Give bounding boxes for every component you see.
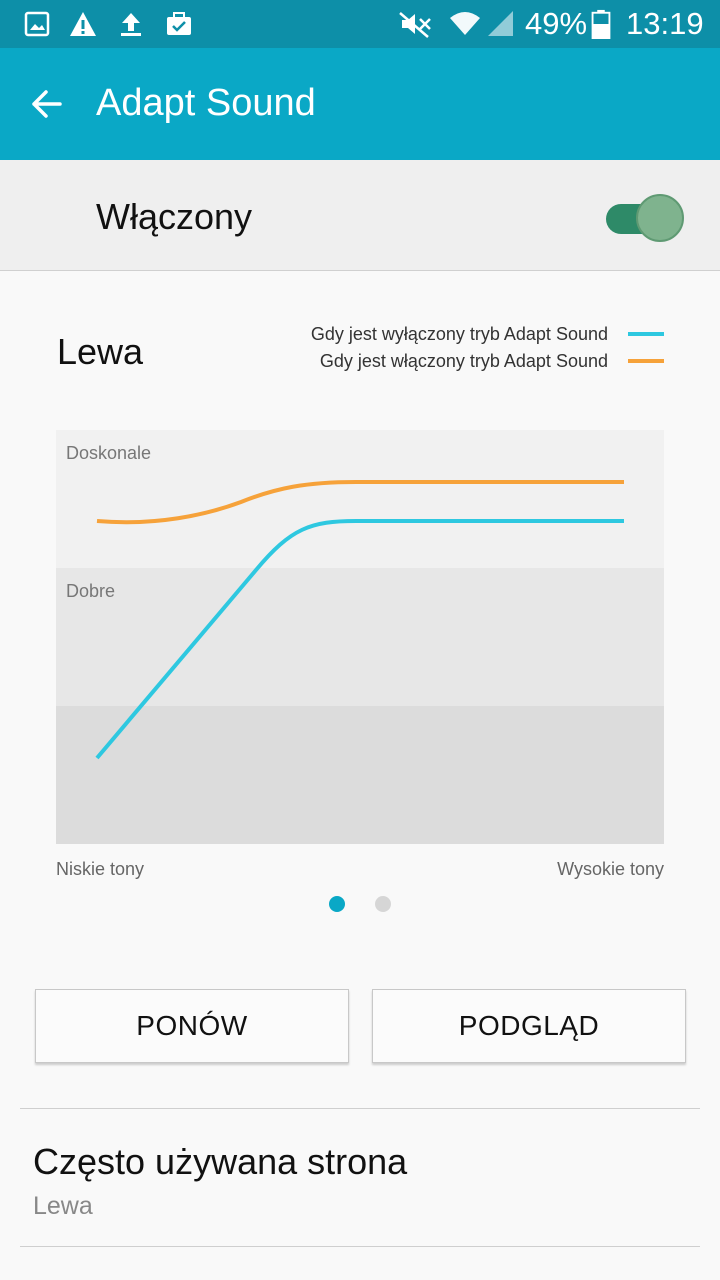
mute-icon (399, 12, 431, 38)
legend-swatch-off (628, 332, 664, 336)
app-bar: Adapt Sound (0, 48, 720, 160)
band-label-good: Dobre (66, 581, 116, 601)
band-low (56, 706, 664, 844)
status-bar: 49% 13:19 (0, 0, 720, 48)
briefcase-icon (167, 12, 191, 35)
clock: 13:19 (626, 6, 704, 41)
enable-toggle-row[interactable]: Włączony (0, 160, 720, 271)
battery-icon (591, 9, 611, 39)
band-good (56, 568, 664, 706)
legend-label-on: Gdy jest włączony tryb Adapt Sound (319, 350, 608, 371)
legend-label-off: Gdy jest wyłączony tryb Adapt Sound (310, 323, 608, 344)
page-dot-inactive[interactable] (375, 896, 391, 912)
upload-icon (121, 13, 141, 36)
signal-icon (488, 11, 513, 36)
preferred-side-title[interactable]: Często używana strona (33, 1141, 407, 1183)
toggle-label: Włączony (96, 196, 253, 237)
axis-label-high: Wysokie tony (557, 859, 664, 879)
axis-label-low: Niskie tony (56, 859, 145, 879)
wifi-icon (450, 12, 480, 35)
arrow-back-icon[interactable] (24, 84, 72, 124)
band-label-excellent: Doskonale (66, 443, 152, 463)
legend-item-off: Gdy jest wyłączony tryb Adapt Sound (311, 321, 664, 347)
preview-button[interactable]: PODGLĄD (372, 989, 686, 1063)
legend-item-on: Gdy jest włączony tryb Adapt Sound (320, 348, 664, 374)
retry-button[interactable]: PONÓW (35, 989, 349, 1063)
warning-icon (70, 12, 96, 36)
battery-percent: 49% (525, 6, 588, 41)
page-dot-active[interactable] (329, 896, 345, 912)
switch-thumb (636, 194, 684, 242)
side-title: Lewa (57, 331, 144, 372)
chart-plot (56, 430, 664, 844)
content-area: Lewa Gdy jest wyłączony tryb Adapt Sound… (0, 271, 720, 1280)
divider-top (20, 1108, 700, 1109)
gallery-icon (24, 11, 50, 37)
page-title: Adapt Sound (96, 82, 316, 124)
preferred-side-value: Lewa (33, 1192, 93, 1220)
legend-swatch-on (628, 359, 664, 363)
hearing-chart: Doskonale Dobre (56, 430, 664, 844)
divider-bottom (20, 1246, 700, 1247)
enable-switch[interactable] (606, 194, 684, 244)
